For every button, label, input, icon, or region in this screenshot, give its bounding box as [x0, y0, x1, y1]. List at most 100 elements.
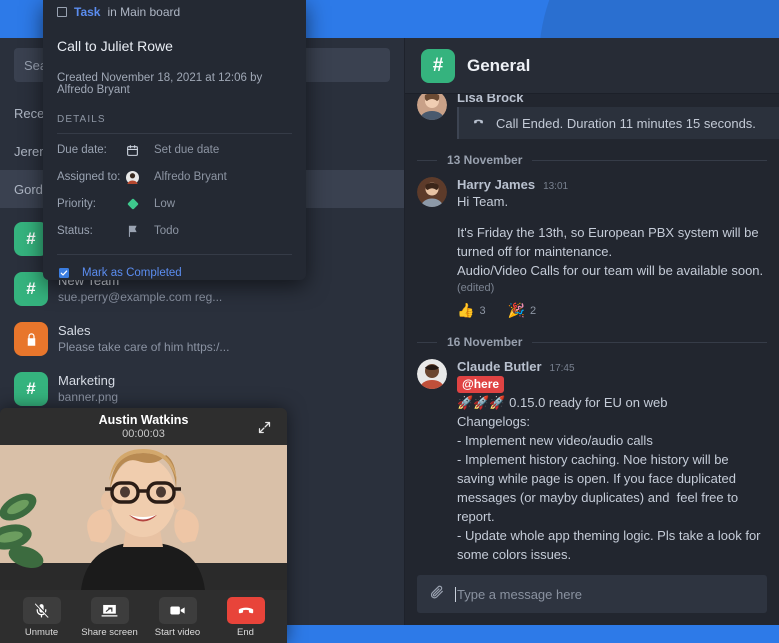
action-label: Mark as Completed — [82, 266, 182, 279]
task-field-priority[interactable]: Priority: Low — [57, 193, 292, 215]
message: Claude Butler 17:45 @here 🚀🚀🚀 0.15.0 rea… — [417, 355, 767, 569]
call-controls: Unmute Share screen Start video End — [0, 590, 287, 643]
call-participant-name: Austin Watkins — [98, 412, 189, 427]
avatar — [417, 359, 447, 389]
day-separator: 13 November — [417, 143, 767, 173]
channel-name: Marketing — [58, 373, 116, 388]
hangup-icon — [226, 597, 265, 624]
reaction-count: 2 — [530, 304, 537, 317]
task-details-header: DETAILS — [57, 114, 106, 125]
hash-icon: # — [14, 372, 48, 406]
divider — [57, 254, 292, 255]
expand-icon[interactable] — [257, 420, 272, 440]
avatar-icon — [126, 170, 154, 184]
here-mention-badge[interactable]: @here — [457, 376, 505, 393]
control-label: Unmute — [24, 627, 59, 638]
hangup-icon — [471, 114, 486, 132]
end-call-button[interactable]: End — [220, 597, 272, 638]
list-item[interactable]: Sales Please take care of him https:/... — [0, 314, 404, 364]
page-title: General — [467, 55, 531, 75]
task-field-due-date[interactable]: Due date: Set due date — [57, 139, 292, 161]
video-call-window: Austin Watkins 00:00:03 Unmute Share scr… — [0, 408, 287, 643]
call-video-feed[interactable] — [0, 445, 287, 590]
checkbox-checked-icon — [57, 267, 70, 279]
message-edited-flag: (edited) — [457, 282, 495, 294]
screen-root: l. Search for anything Recent activity J… — [0, 0, 779, 643]
divider — [57, 133, 292, 134]
channel-preview: banner.png — [58, 390, 119, 404]
message-author: Lisa Brock — [457, 94, 524, 105]
field-label: Status: — [57, 225, 93, 237]
avatar — [417, 177, 447, 207]
control-label: Share screen — [81, 627, 138, 638]
field-value: Todo — [154, 225, 179, 237]
task-created-meta: Created November 18, 2021 at 12:06 by Al… — [57, 72, 263, 96]
message: Harry James 13:01 Hi Team. It's Friday t… — [417, 173, 767, 325]
diamond-icon — [126, 197, 154, 211]
task-type-link[interactable]: Task — [74, 5, 100, 19]
flag-icon — [126, 224, 154, 238]
day-separator-label: 13 November — [447, 153, 523, 167]
unmute-button[interactable]: Unmute — [16, 597, 68, 638]
task-title: Call to Juliet Rowe — [57, 38, 173, 54]
avatar — [417, 94, 447, 120]
task-board-label: in Main board — [107, 5, 181, 19]
task-detail-popup: Task in Main board Call to Juliet Rowe C… — [43, 0, 306, 280]
call-ended-banner: Call Ended. Duration 11 minutes 15 secon… — [457, 107, 779, 139]
control-label: End — [237, 627, 254, 638]
party-popper-icon: 🎉 — [507, 302, 525, 318]
message-timestamp: 17:45 — [549, 363, 575, 374]
message-text-secondary: It's Friday the 13th, so European PBX sy… — [457, 225, 764, 278]
mic-muted-icon — [22, 597, 61, 624]
placeholder-text: Type a message here — [457, 586, 583, 602]
task-checkbox[interactable] — [57, 7, 67, 17]
chat-header: # General — [405, 38, 779, 94]
call-ended-text: Call Ended. Duration 11 minutes 15 secon… — [496, 115, 756, 131]
field-label: Priority: — [57, 198, 96, 210]
message-author: Claude Butler — [457, 359, 542, 374]
mention-row: @here — [457, 374, 767, 393]
control-label: Start video — [154, 627, 201, 638]
list-item[interactable]: # Marketing banner.png — [0, 364, 404, 414]
field-value: Low — [154, 198, 176, 210]
field-label: Due date: — [57, 144, 107, 156]
screen-share-icon — [90, 597, 129, 624]
hash-icon: # — [421, 48, 455, 83]
task-field-status[interactable]: Status: Todo — [57, 220, 292, 242]
mark-as-completed-button[interactable]: Mark as Completed — [57, 261, 292, 280]
reaction-bar: 👍 3 🎉 2 — [457, 296, 767, 321]
channel-preview: Please take care of him https:/... — [58, 340, 230, 354]
message-author: Harry James — [457, 177, 536, 192]
reaction-count: 3 — [479, 304, 486, 317]
calendar-icon — [126, 144, 154, 157]
field-label: Assigned to: — [57, 171, 121, 183]
lock-icon — [14, 322, 48, 356]
call-duration: 00:00:03 — [122, 427, 165, 440]
field-value: Set due date — [154, 144, 220, 156]
share-screen-button[interactable]: Share screen — [81, 597, 138, 638]
message-closing: Thank you! — [457, 564, 767, 569]
paperclip-icon[interactable] — [429, 584, 445, 605]
channel-name: Sales — [58, 323, 91, 338]
task-breadcrumb: Task in Main board — [57, 0, 292, 19]
message-list: Lisa Brock Call Ended. Duration 11 minut… — [405, 94, 779, 569]
day-separator-label: 16 November — [447, 335, 523, 349]
message-timestamp: 13:01 — [543, 181, 569, 192]
message-text: Hi Team. — [457, 194, 509, 209]
camera-icon — [158, 597, 197, 624]
message-text: 🚀🚀🚀 0.15.0 ready for EU on web Changelog… — [457, 395, 761, 562]
message-input-placeholder: Type a message here — [455, 586, 583, 602]
message-composer[interactable]: Type a message here — [417, 575, 767, 613]
thumbsup-icon: 👍 — [457, 302, 475, 318]
reaction-party[interactable]: 🎉 2 — [508, 302, 537, 319]
channel-preview: sue.perry@example.com reg... — [58, 290, 223, 304]
start-video-button[interactable]: Start video — [152, 597, 204, 638]
day-separator: 16 November — [417, 325, 767, 355]
message-call-ended: Lisa Brock Call Ended. Duration 11 minut… — [417, 94, 779, 143]
chat-panel: # General Lisa Brock Call Ended. Duratio… — [405, 38, 779, 625]
field-value: Alfredo Bryant — [154, 171, 227, 183]
reaction-thumbsup[interactable]: 👍 3 — [457, 302, 486, 319]
composer-wrap: Type a message here — [405, 569, 779, 625]
task-field-assigned-to[interactable]: Assigned to: Alfredo Bryant — [57, 166, 292, 188]
call-window-header: Austin Watkins 00:00:03 — [0, 408, 287, 445]
